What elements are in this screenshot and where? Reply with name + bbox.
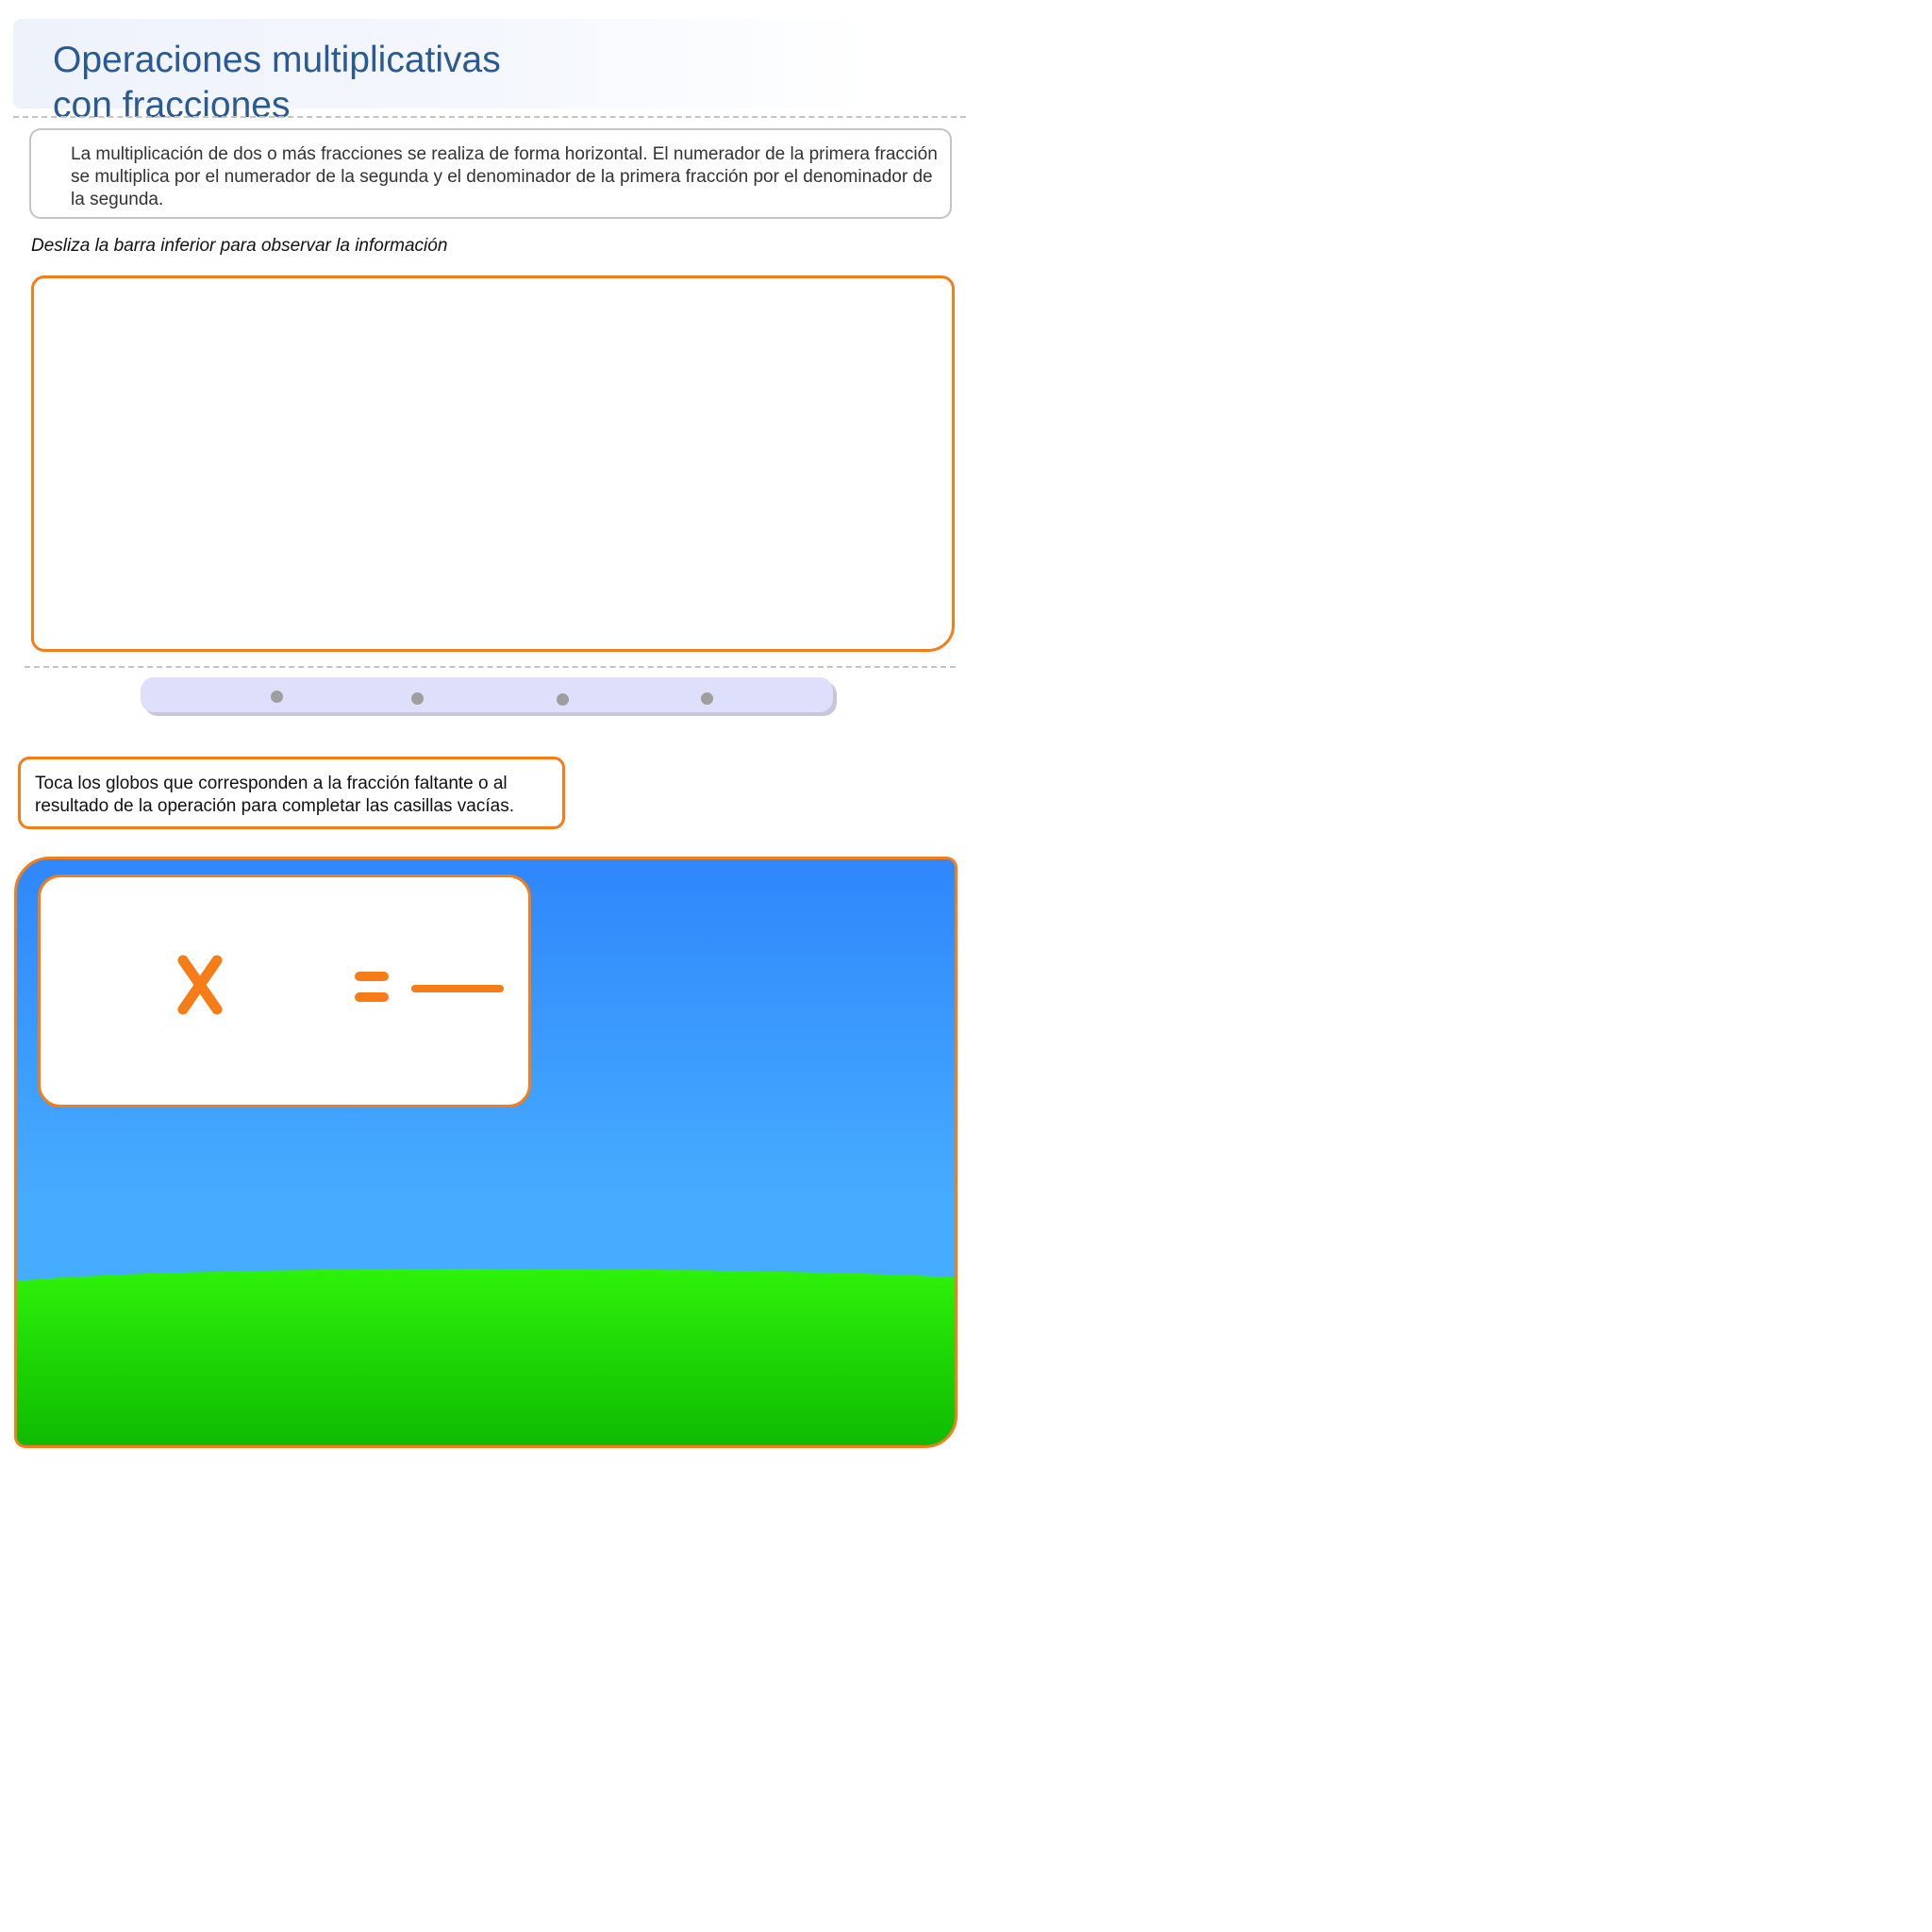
info-slider[interactable] [141, 677, 833, 712]
middle-divider [25, 666, 956, 668]
instructions-box: Toca los globos que corresponden a la fr… [18, 757, 565, 829]
intro-box: La multiplicación de dos o más fraccione… [29, 128, 952, 219]
slider-hint: Desliza la barra inferior para observar … [31, 236, 448, 256]
times-sign-icon [177, 955, 223, 1015]
top-divider [13, 116, 966, 118]
title-banner: Operaciones multiplicativas con fraccion… [13, 19, 867, 125]
slider-step-1[interactable] [271, 691, 283, 703]
intro-text: La multiplicación de dos o más fraccione… [71, 144, 938, 209]
result-fraction-bar [411, 985, 504, 992]
instructions-text: Toca los globos que corresponden a la fr… [35, 774, 514, 816]
slider-step-2[interactable] [411, 692, 424, 705]
info-panel [31, 275, 955, 652]
lesson-page: Operaciones multiplicativas con fraccion… [0, 0, 1932, 1932]
page-title: Operaciones multiplicativas con fraccion… [53, 40, 501, 125]
slider-step-4[interactable] [701, 692, 713, 705]
equals-sign-icon [355, 972, 389, 1002]
grass-hill [17, 1269, 955, 1445]
slider-step-3[interactable] [557, 693, 569, 706]
